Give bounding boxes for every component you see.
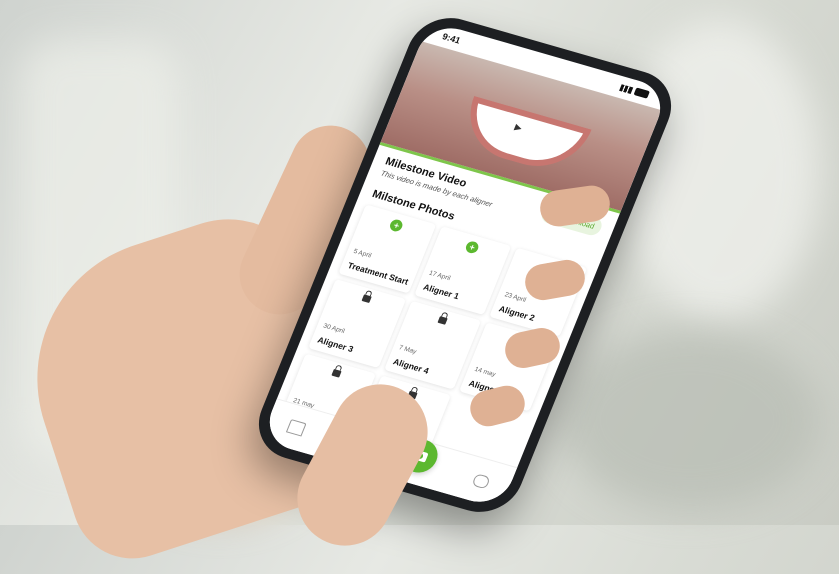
photo-date: 17 April — [427, 269, 452, 283]
status-icons — [619, 83, 650, 99]
signal-icon — [619, 83, 634, 94]
battery-icon — [633, 87, 650, 99]
background-blur — [560, 330, 820, 510]
photo-name: Aligner 1 — [421, 281, 461, 302]
add-photo-icon: + — [464, 240, 481, 255]
photo-date: 14 may — [473, 365, 497, 379]
chat-icon[interactable] — [471, 472, 491, 489]
lock-icon — [437, 316, 448, 325]
photo-name: Treatment Start — [346, 260, 410, 287]
lock-icon — [361, 294, 373, 304]
photo-name: Aligner 3 — [316, 334, 355, 355]
add-photo-icon: + — [388, 218, 405, 233]
status-time: 9:41 — [440, 31, 462, 46]
smile-image — [454, 96, 592, 179]
photo-date: 30 April — [322, 322, 346, 336]
photo-name: Aligner 4 — [391, 356, 431, 376]
photo-date: 5 April — [352, 248, 373, 260]
lock-icon — [331, 369, 342, 378]
photo-name: Aligner 2 — [497, 303, 537, 323]
photo-date: 7 May — [397, 344, 418, 356]
background-blur — [620, 20, 820, 320]
home-icon[interactable] — [286, 419, 307, 437]
photo-date: 23 April — [503, 291, 528, 304]
